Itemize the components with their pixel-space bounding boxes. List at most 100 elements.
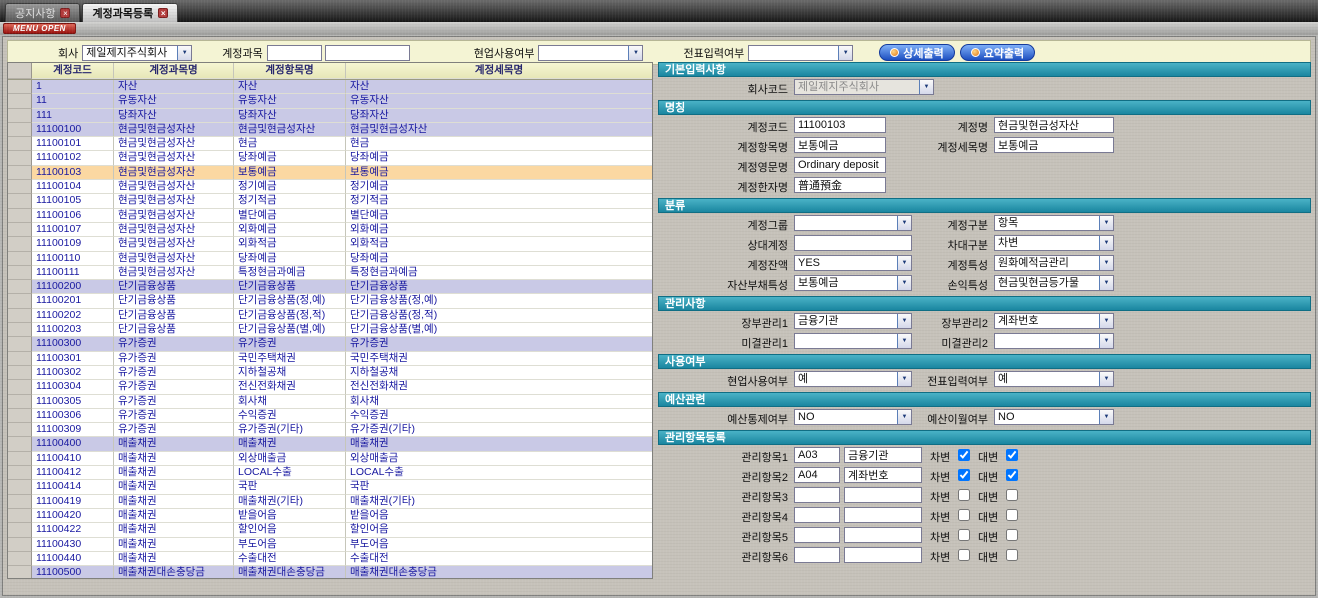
credit-checkbox[interactable] [1006,509,1018,521]
table-row[interactable]: 11100300유가증권유가증권유가증권 [8,337,652,351]
table-row[interactable]: 11100414매출채권국판국판 [8,480,652,494]
table-row[interactable]: 111당좌자산당좌자산당좌자산 [8,109,652,123]
credit-checkbox[interactable] [1006,489,1018,501]
detail-print-button[interactable]: 상세출력 [879,44,954,61]
company-code-select[interactable]: 제일제지주식회사 ▼ [794,79,934,95]
table-row[interactable]: 11100100현금및현금성자산현금및현금성자산현금및현금성자산 [8,123,652,137]
table-row[interactable]: 11100107현금및현금성자산외화예금외화예금 [8,223,652,237]
table-row[interactable]: 11100400매출채권매출채권매출채권 [8,437,652,451]
close-icon[interactable]: × [158,8,168,18]
table-row[interactable]: 11유동자산유동자산유동자산 [8,94,652,108]
table-row[interactable]: 11100412매출채권LOCAL수출LOCAL수출 [8,466,652,480]
table-row[interactable]: 11100106현금및현금성자산별단예금별단예금 [8,209,652,223]
credit-checkbox[interactable] [1006,469,1018,481]
mgmt-item-code-input[interactable] [794,527,840,543]
credit-label: 대변 [978,469,998,485]
table-row[interactable]: 11100201단기금융상품단기금융상품(정,예)단기금융상품(정,예) [8,294,652,308]
slip-entry-filter-select[interactable]: ▼ [748,45,853,61]
table-row[interactable]: 11100110현금및현금성자산당좌예금당좌예금 [8,252,652,266]
mgmt-item-name-input[interactable] [844,527,922,543]
debit-checkbox[interactable] [958,529,970,541]
field-row: 계정그룹 ▼ 계정구분 항목 ▼ [658,213,1311,233]
menu-open-button[interactable]: MENU OPEN [3,23,76,34]
mgmt-item-code-input[interactable] [794,447,840,463]
field-use-filter-select[interactable]: ▼ [538,45,643,61]
account-code: 11100100 [32,123,114,137]
table-row[interactable]: 11100102현금및현금성자산당좌예금당좌예금 [8,151,652,165]
mgmt-item-code-input[interactable] [794,507,840,523]
account-detail-name-input[interactable] [994,137,1114,153]
account-name-filter-input[interactable] [325,45,410,61]
mgmt-item-name-input[interactable] [844,547,922,563]
table-row[interactable]: 11100422매출채권할인어음할인어음 [8,523,652,537]
table-row[interactable]: 11100410매출채권외상매출금외상매출금 [8,452,652,466]
table-row[interactable]: 11100302유가증권지하철공채지하철공채 [8,366,652,380]
account-english-name-input[interactable] [794,157,886,173]
summary-print-button[interactable]: 요약출력 [960,44,1035,61]
account-code: 11100419 [32,495,114,509]
section-mgmt-items-header: 관리항목등록 [658,430,1311,445]
credit-checkbox[interactable] [1006,529,1018,541]
table-row[interactable]: 11100202단기금융상품단기금융상품(정,적)단기금융상품(정,적) [8,309,652,323]
row-selector-header [8,63,32,79]
mgmt-item-code-input[interactable] [794,467,840,483]
table-row[interactable]: 11100419매출채권매출채권(기타)매출채권(기타) [8,495,652,509]
account-trait-select[interactable]: 원화예적금관리 ▼ [994,255,1114,271]
table-row[interactable]: 11100200단기금융상품단기금융상품단기금융상품 [8,280,652,294]
account-item-name: 외화적금 [234,237,346,251]
debit-checkbox[interactable] [958,469,970,481]
table-row[interactable]: 11100103현금및현금성자산보통예금보통예금 [8,166,652,180]
open-manage2-select[interactable]: ▼ [994,333,1114,349]
mgmt-item-code-input[interactable] [794,487,840,503]
debit-checkbox[interactable] [958,549,970,561]
table-row[interactable]: 11100420매출채권받을어음받을어음 [8,509,652,523]
mgmt-item-name-input[interactable] [844,447,922,463]
table-row[interactable]: 11100430매출채권부도어음부도어음 [8,538,652,552]
debit-label: 차변 [930,449,950,465]
tab-notice[interactable]: 공지사항 × [5,3,80,22]
tab-account-registration[interactable]: 계정과목등록 × [82,3,178,22]
mgmt-item-name-input[interactable] [844,487,922,503]
profit-loss-trait-select[interactable]: 현금및현금등가물 ▼ [994,275,1114,291]
table-row[interactable]: 11100109현금및현금성자산외화적금외화적금 [8,237,652,251]
account-gubun-select[interactable]: 항목 ▼ [994,215,1114,231]
debit-checkbox[interactable] [958,489,970,501]
company-select[interactable]: 제일제지주식회사 ▼ [82,45,192,61]
table-row[interactable]: 11100500매출채권대손충당금매출채권대손충당금매출채권대손충당금 [8,566,652,579]
table-row[interactable]: 1자산자산자산 [8,80,652,94]
debit-checkbox[interactable] [958,509,970,521]
table-row[interactable]: 11100203단기금융상품단기금융상품(별,예)단기금융상품(별,예) [8,323,652,337]
credit-checkbox[interactable] [1006,449,1018,461]
table-row[interactable]: 11100440매출채권수출대전수출대전 [8,552,652,566]
table-row[interactable]: 11100105현금및현금성자산정기적금정기적금 [8,194,652,208]
account-code: 11100103 [32,166,114,180]
account-hanja-name-input[interactable] [794,177,886,193]
debit-checkbox[interactable] [958,449,970,461]
account-code: 11100102 [32,151,114,165]
row-selector [8,252,32,266]
account-item-name: 당좌예금 [234,252,346,266]
mgmt-item-name-input[interactable] [844,507,922,523]
table-row[interactable]: 11100306유가증권수익증권수익증권 [8,409,652,423]
table-row[interactable]: 11100304유가증권전신전화채권전신전화채권 [8,380,652,394]
book-manage2-select[interactable]: 계좌번호 ▼ [994,313,1114,329]
credit-checkbox[interactable] [1006,549,1018,561]
account-code-filter-input[interactable] [267,45,322,61]
budget-carryover-select[interactable]: NO ▼ [994,409,1114,425]
account-detail-name: 자산 [346,80,652,94]
table-row[interactable]: 11100309유가증권유가증권(기타)유가증권(기타) [8,423,652,437]
table-row[interactable]: 11100301유가증권국민주택채권국민주택채권 [8,352,652,366]
account-group-name: 유가증권 [114,337,234,351]
account-name-input[interactable] [994,117,1114,133]
table-row[interactable]: 11100305유가증권회사채회사채 [8,395,652,409]
close-icon[interactable]: × [60,8,70,18]
mgmt-item-name-input[interactable] [844,467,922,483]
slip-entry-filter-label: 전표입력여부 [683,45,744,61]
table-row[interactable]: 11100101현금및현금성자산현금현금 [8,137,652,151]
slip-entry-select[interactable]: 예 ▼ [994,371,1114,387]
debit-credit-gubun-select[interactable]: 차변 ▼ [994,235,1114,251]
table-row[interactable]: 11100111현금및현금성자산특정현금과예금특정현금과예금 [8,266,652,280]
row-selector [8,395,32,409]
mgmt-item-code-input[interactable] [794,547,840,563]
table-row[interactable]: 11100104현금및현금성자산정기예금정기예금 [8,180,652,194]
